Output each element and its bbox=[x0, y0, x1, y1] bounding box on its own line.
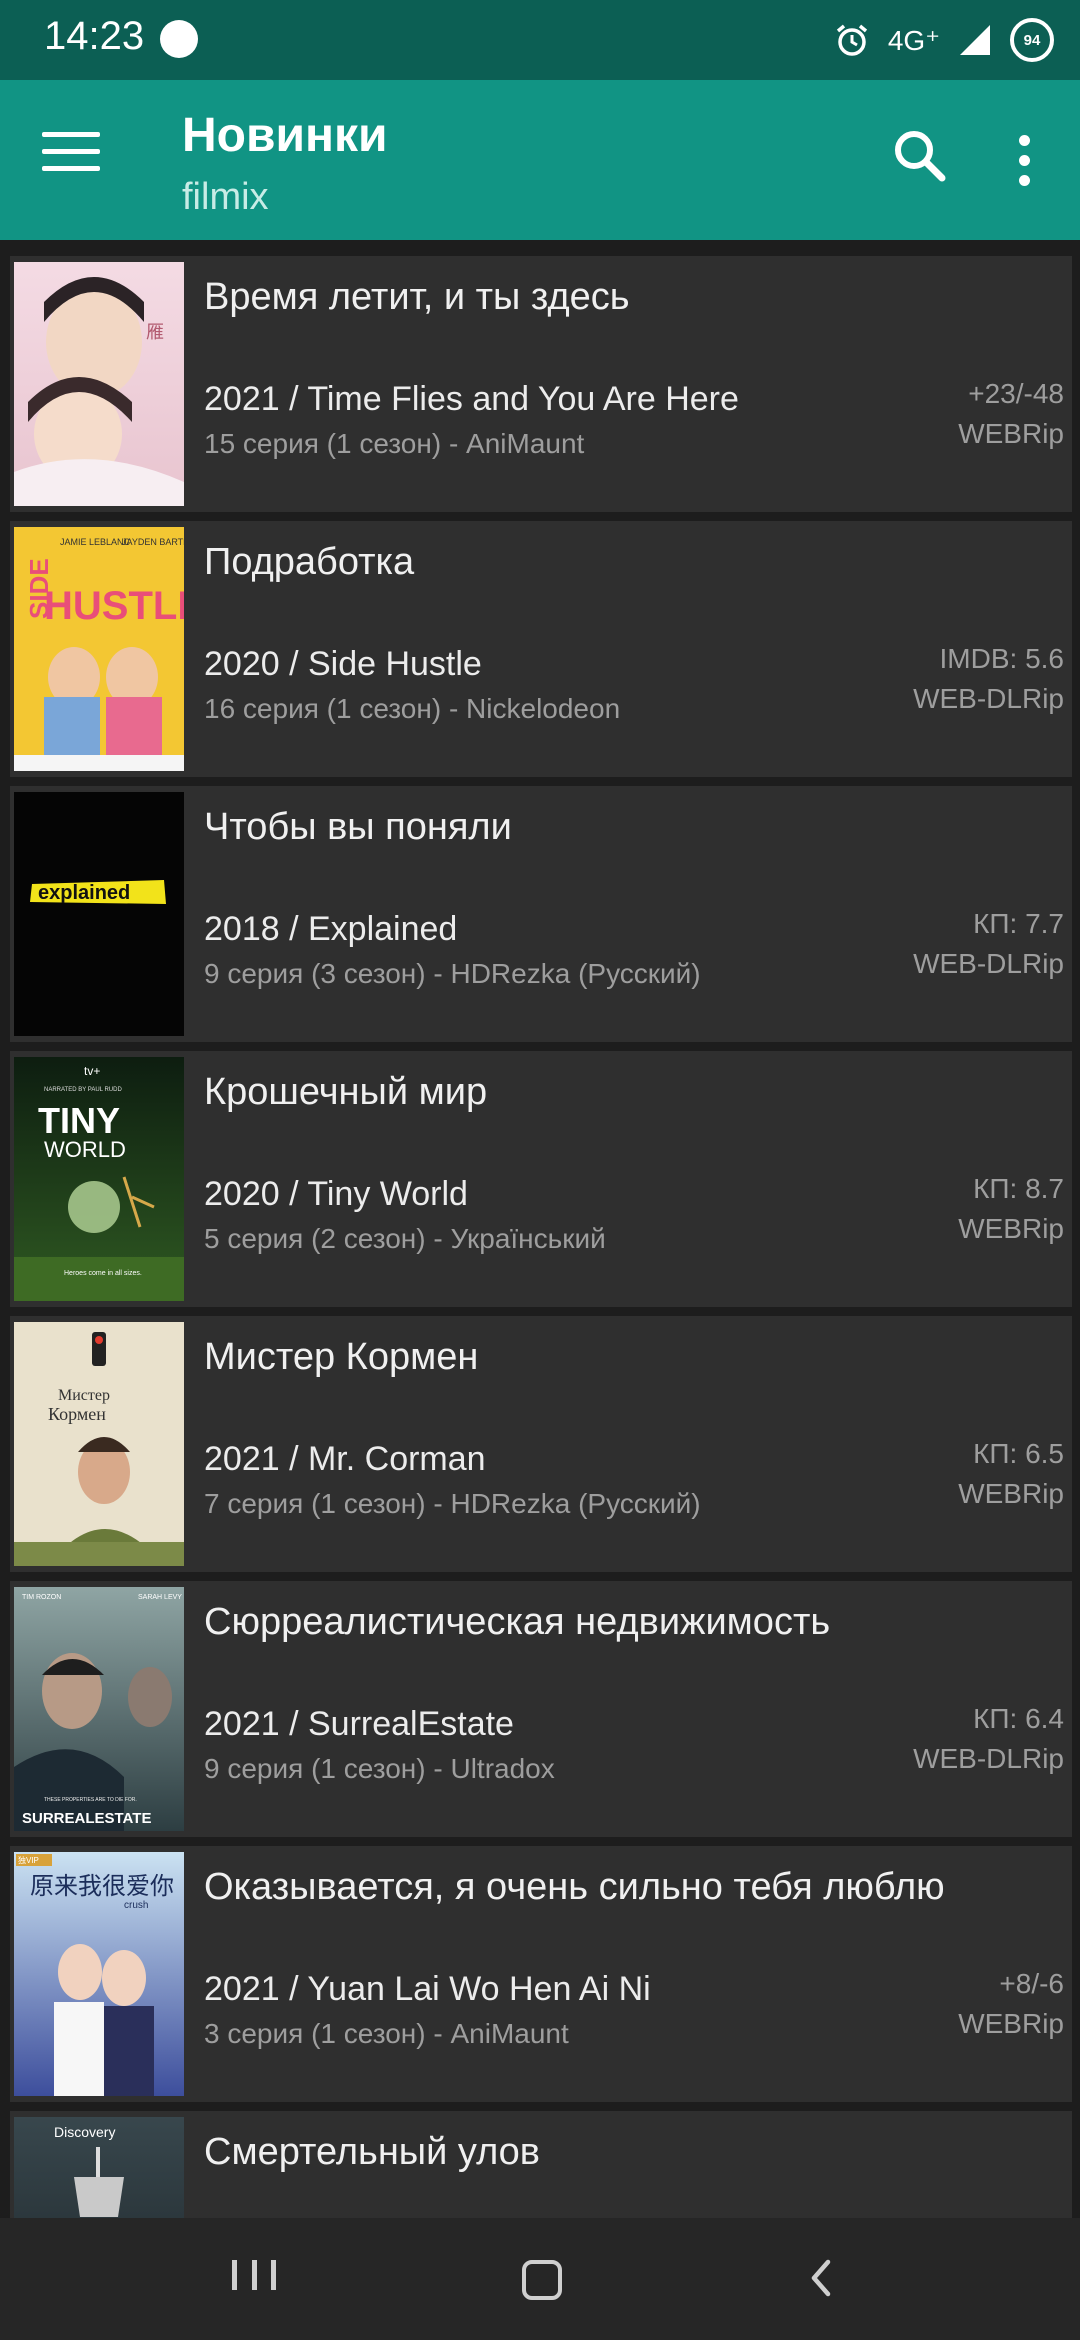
item-title: Сюрреалистическая недвижимость bbox=[204, 1601, 831, 1643]
poster-image: JAMIE LEBLANC JAYDEN BARTELS SIDE HUSTLE bbox=[14, 527, 184, 771]
item-rating: +23/-48 bbox=[968, 378, 1064, 409]
item-episode-info: 15 серия (1 сезон) - AniMaunt bbox=[204, 428, 585, 459]
item-quality: WEB-DLRip bbox=[913, 683, 1064, 714]
search-button[interactable] bbox=[884, 120, 954, 190]
item-quality: WEB-DLRip bbox=[913, 948, 1064, 979]
home-button[interactable] bbox=[522, 2260, 562, 2300]
list-item[interactable]: 独VIP 原来我很爱你 crush Оказывается, я очень с… bbox=[10, 1846, 1072, 2102]
item-rating: КП: 7.7 bbox=[973, 908, 1064, 939]
item-rating: КП: 6.5 bbox=[973, 1438, 1064, 1469]
item-year-original: 2021 / Time Flies and You Are Here bbox=[204, 380, 739, 418]
list-item[interactable]: 雁 Время летит, и ты здесь 2021 / Time Fl… bbox=[10, 256, 1072, 512]
item-quality: WEB-DLRip bbox=[913, 1743, 1064, 1774]
signal-icon bbox=[960, 25, 990, 55]
svg-text:独VIP: 独VIP bbox=[18, 1855, 39, 1865]
item-episode-info: 5 серия (2 сезон) - Український bbox=[204, 1223, 606, 1254]
svg-text:SURREALESTATE: SURREALESTATE bbox=[22, 1810, 151, 1827]
svg-text:Heroes come in all sizes.: Heroes come in all sizes. bbox=[64, 1270, 142, 1277]
item-quality: WEBRip bbox=[958, 1213, 1064, 1244]
svg-text:crush: crush bbox=[124, 1900, 148, 1911]
item-rating: IMDB: 5.6 bbox=[939, 643, 1064, 674]
item-year-original: 2020 / Side Hustle bbox=[204, 645, 482, 683]
status-bar: 14:23 4G⁺ 94 bbox=[0, 0, 1080, 80]
svg-text:NARRATED BY PAUL RUDD: NARRATED BY PAUL RUDD bbox=[44, 1087, 122, 1093]
item-episode-info: 9 серия (1 сезон) - Ultradox bbox=[204, 1753, 555, 1784]
svg-text:TINY: TINY bbox=[38, 1100, 120, 1141]
item-year-original: 2021 / SurrealEstate bbox=[204, 1705, 514, 1743]
item-episode-info: 3 серия (1 сезон) - AniMaunt bbox=[204, 2018, 569, 2049]
system-nav-bar bbox=[0, 2218, 1080, 2340]
more-options-button[interactable] bbox=[1000, 124, 1048, 196]
page-subtitle: filmix bbox=[182, 176, 269, 218]
item-title: Время летит, и ты здесь bbox=[204, 276, 630, 318]
poster-image: 独VIP 原来我很爱你 crush bbox=[14, 1852, 184, 2096]
svg-text:Discovery: Discovery bbox=[54, 2124, 115, 2140]
svg-text:Кормен: Кормен bbox=[48, 1404, 106, 1424]
list-item[interactable]: Discovery Смертельный улов bbox=[10, 2111, 1072, 2218]
list-item[interactable]: TIM ROZON SARAH LEVY THESE PROPERTIES AR… bbox=[10, 1581, 1072, 1837]
svg-text:TIM ROZON: TIM ROZON bbox=[22, 1594, 61, 1601]
svg-text:HUSTLE: HUSTLE bbox=[44, 584, 184, 628]
poster-image: tv+ NARRATED BY PAUL RUDD TINY WORLD Her… bbox=[14, 1057, 184, 1301]
svg-text:JAYDEN BARTELS: JAYDEN BARTELS bbox=[122, 537, 184, 547]
menu-button[interactable] bbox=[42, 132, 100, 184]
svg-text:原来我很爱你: 原来我很爱你 bbox=[30, 1873, 174, 1900]
back-button[interactable] bbox=[800, 2256, 844, 2300]
list-item[interactable]: Мистер Кормен Мистер Кормен 2021 / Mr. C… bbox=[10, 1316, 1072, 1572]
item-year-original: 2018 / Explained bbox=[204, 910, 458, 948]
item-episode-info: 16 серия (1 сезон) - Nickelodeon bbox=[204, 693, 621, 724]
item-quality: WEBRip bbox=[958, 418, 1064, 449]
app-bar: Новинки filmix bbox=[0, 80, 1080, 240]
poster-image: TIM ROZON SARAH LEVY THESE PROPERTIES AR… bbox=[14, 1587, 184, 1831]
svg-text:explained: explained bbox=[38, 882, 130, 904]
item-title: Чтобы вы поняли bbox=[204, 806, 512, 848]
recents-button[interactable] bbox=[232, 2260, 276, 2298]
item-title: Подработка bbox=[204, 541, 415, 583]
svg-text:tv+: tv+ bbox=[84, 1064, 100, 1078]
svg-text:SARAH LEVY: SARAH LEVY bbox=[138, 1594, 182, 1601]
item-title: Мистер Кормен bbox=[204, 1336, 479, 1378]
list-item[interactable]: JAMIE LEBLANC JAYDEN BARTELS SIDE HUSTLE… bbox=[10, 521, 1072, 777]
svg-text:JAMIE LEBLANC: JAMIE LEBLANC bbox=[60, 537, 131, 547]
poster-image: Мистер Кормен bbox=[14, 1322, 184, 1566]
item-year-original: 2020 / Tiny World bbox=[204, 1175, 468, 1213]
network-type: 4G⁺ bbox=[887, 24, 940, 56]
item-quality: WEBRip bbox=[958, 1478, 1064, 1509]
item-rating: КП: 6.4 bbox=[973, 1703, 1064, 1734]
media-list: 雁 Время летит, и ты здесь 2021 / Time Fl… bbox=[0, 240, 1080, 2218]
alarm-icon bbox=[836, 24, 867, 56]
list-item[interactable]: tv+ NARRATED BY PAUL RUDD TINY WORLD Her… bbox=[10, 1051, 1072, 1307]
item-title: Смертельный улов bbox=[204, 2131, 540, 2173]
poster-image: explained bbox=[14, 792, 184, 1036]
item-quality: WEBRip bbox=[958, 2008, 1064, 2039]
item-year-original: 2021 / Yuan Lai Wo Hen Ai Ni bbox=[204, 1970, 651, 2008]
item-rating: +8/-6 bbox=[999, 1968, 1064, 1999]
notification-dot-icon bbox=[160, 20, 198, 58]
poster-image: 雁 bbox=[14, 262, 184, 506]
svg-text:Мистер: Мистер bbox=[58, 1387, 110, 1404]
poster-image: Discovery bbox=[14, 2117, 184, 2218]
status-icons: 4G⁺ 94 bbox=[834, 18, 1054, 62]
status-time: 14:23 bbox=[44, 14, 145, 58]
svg-text:THESE PROPERTIES ARE TO DIE FO: THESE PROPERTIES ARE TO DIE FOR. bbox=[44, 1797, 137, 1803]
svg-text:雁: 雁 bbox=[144, 322, 164, 340]
svg-text:WORLD: WORLD bbox=[44, 1137, 126, 1162]
page-title: Новинки bbox=[182, 109, 388, 162]
item-title: Оказывается, я очень сильно тебя люблю bbox=[204, 1866, 945, 1908]
item-year-original: 2021 / Mr. Corman bbox=[204, 1440, 486, 1478]
item-episode-info: 7 серия (1 сезон) - HDRezka (Русский) bbox=[204, 1488, 701, 1519]
item-episode-info: 9 серия (3 сезон) - HDRezka (Русский) bbox=[204, 958, 701, 989]
list-item[interactable]: explained Чтобы вы поняли 2018 / Explain… bbox=[10, 786, 1072, 1042]
item-title: Крошечный мир bbox=[204, 1071, 488, 1113]
item-rating: КП: 8.7 bbox=[973, 1173, 1064, 1204]
battery-icon: 94 bbox=[1010, 18, 1054, 62]
